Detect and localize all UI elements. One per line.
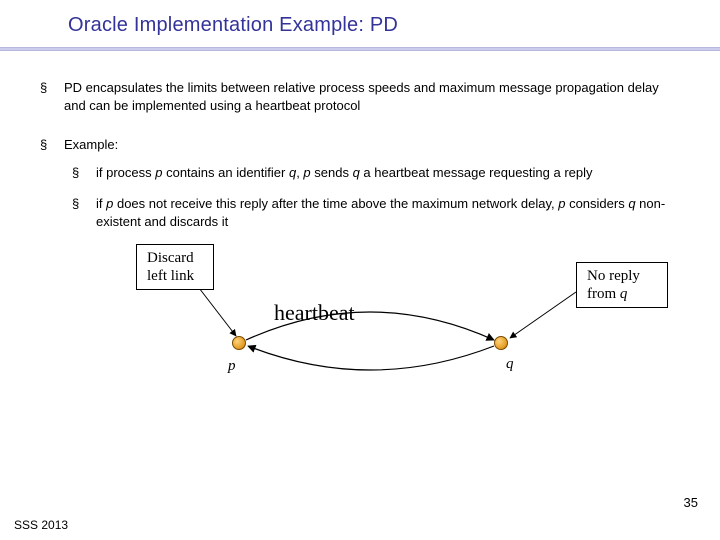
sub-bullet-list: § if process p contains an identifier q,… — [40, 164, 680, 231]
slide-title: Oracle Implementation Example: PD — [68, 14, 720, 37]
page-number: 35 — [684, 495, 698, 510]
var-q: q — [628, 196, 635, 211]
bullet-marker: § — [72, 195, 96, 230]
node-label-q: q — [506, 354, 514, 374]
node-q — [494, 336, 508, 350]
bullet-item: § PD encapsulates the limits between rel… — [40, 79, 680, 114]
callout-line: Discard — [147, 249, 203, 267]
sub-bullet-item: § if p does not receive this reply after… — [72, 195, 680, 230]
callout-line: from q — [587, 285, 657, 303]
callout-no-reply: No reply from q — [576, 262, 668, 308]
sub-bullet-item: § if process p contains an identifier q,… — [72, 164, 680, 182]
callout-discard: Discard left link — [136, 244, 214, 290]
content-area: § PD encapsulates the limits between rel… — [0, 51, 720, 414]
text-fragment: does not receive this reply after the ti… — [113, 196, 558, 211]
var-q: q — [353, 165, 360, 180]
bullet-marker: § — [40, 136, 64, 154]
bullet-text: Example: — [64, 136, 680, 154]
bullet-text: PD encapsulates the limits between relat… — [64, 79, 680, 114]
heartbeat-label: heartbeat — [274, 298, 355, 328]
bullet-marker: § — [40, 79, 64, 114]
text-fragment: sends — [311, 165, 353, 180]
bullet-marker: § — [72, 164, 96, 182]
sub-bullet-text: if process p contains an identifier q, p… — [96, 164, 680, 182]
footer-tag: SSS 2013 — [14, 518, 68, 532]
node-label-p: p — [228, 356, 236, 376]
callout-line: No reply — [587, 267, 657, 285]
text-fragment: contains an identifier — [162, 165, 288, 180]
title-area: Oracle Implementation Example: PD — [0, 0, 720, 37]
text-fragment: from — [587, 286, 620, 302]
text-fragment: if process — [96, 165, 155, 180]
var-q: q — [620, 286, 628, 302]
bullet-item: § Example: — [40, 136, 680, 154]
sub-bullet-text: if p does not receive this reply after t… — [96, 195, 680, 230]
text-fragment: if — [96, 196, 106, 211]
text-fragment: a heartbeat message requesting a reply — [360, 165, 593, 180]
var-p: p — [303, 165, 310, 180]
diagram: Discard left link No reply from q heartb… — [40, 244, 680, 414]
callout-line: left link — [147, 267, 203, 285]
node-p — [232, 336, 246, 350]
text-fragment: considers — [565, 196, 628, 211]
